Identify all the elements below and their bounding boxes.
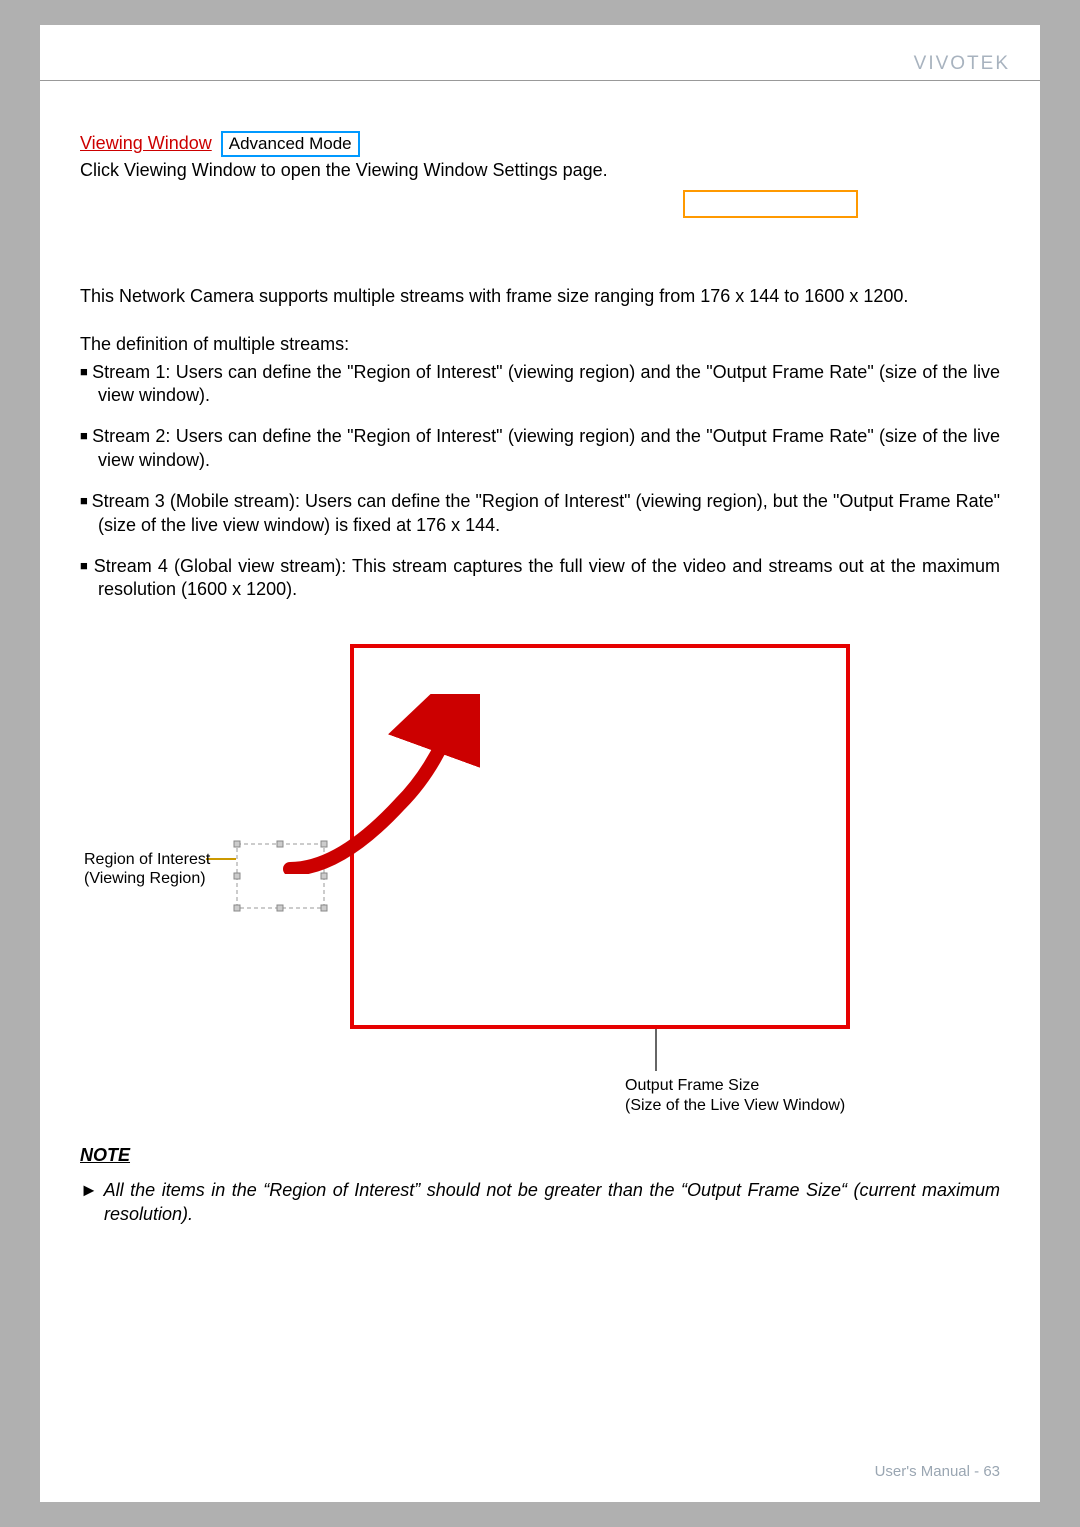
roi-diagram: Region of Interest (Viewing Region) — [80, 644, 1000, 1144]
roi-label-line1: Region of Interest — [84, 851, 210, 868]
note-text: All the items in the “Region of Interest… — [104, 1180, 1000, 1223]
support-paragraph: This Network Camera supports multiple st… — [80, 285, 1000, 308]
footer-page-number: 63 — [983, 1463, 1000, 1480]
document-page: VIVOTEK Viewing Window Advanced Mode Cli… — [40, 25, 1040, 1502]
note-heading: NOTE — [80, 1144, 1000, 1167]
list-item: Stream 1: Users can define the "Region o… — [80, 361, 1000, 408]
brand-label: VIVOTEK — [914, 53, 1010, 74]
list-item: Stream 4 (Global view stream): This stre… — [80, 555, 1000, 602]
streams-list: Stream 1: Users can define the "Region o… — [80, 361, 1000, 602]
section-heading: Viewing Window Advanced Mode — [80, 131, 1000, 157]
intro-text: Click Viewing Window to open the Viewing… — [80, 159, 1000, 182]
roi-leader-line — [206, 858, 236, 860]
enlarge-arrow-icon — [280, 694, 480, 874]
page-header: VIVOTEK — [40, 25, 1040, 81]
placeholder-box-wrap — [80, 190, 1000, 224]
viewing-window-link[interactable]: Viewing Window — [80, 133, 212, 153]
roi-label: Region of Interest (Viewing Region) — [84, 850, 210, 888]
size-label-line2: (Size of the Live View Window) — [625, 1097, 845, 1114]
size-leader-line — [655, 1029, 657, 1071]
page-footer: User's Manual - 63 — [875, 1463, 1000, 1502]
note-body: ► All the items in the “Region of Intere… — [80, 1179, 1000, 1226]
list-item: Stream 2: Users can define the "Region o… — [80, 425, 1000, 472]
footer-label: User's Manual - — [875, 1463, 984, 1480]
page-content: Viewing Window Advanced Mode Click Viewi… — [40, 81, 1040, 1226]
advanced-mode-badge: Advanced Mode — [221, 131, 360, 157]
size-label-line1: Output Frame Size — [625, 1077, 759, 1094]
streams-subhead: The definition of multiple streams: — [80, 333, 1000, 356]
triangle-bullet-icon: ► — [80, 1180, 98, 1200]
placeholder-box — [683, 190, 858, 218]
roi-label-line2: (Viewing Region) — [84, 870, 206, 887]
output-size-label: Output Frame Size (Size of the Live View… — [625, 1076, 845, 1116]
list-item: Stream 3 (Mobile stream): Users can defi… — [80, 490, 1000, 537]
